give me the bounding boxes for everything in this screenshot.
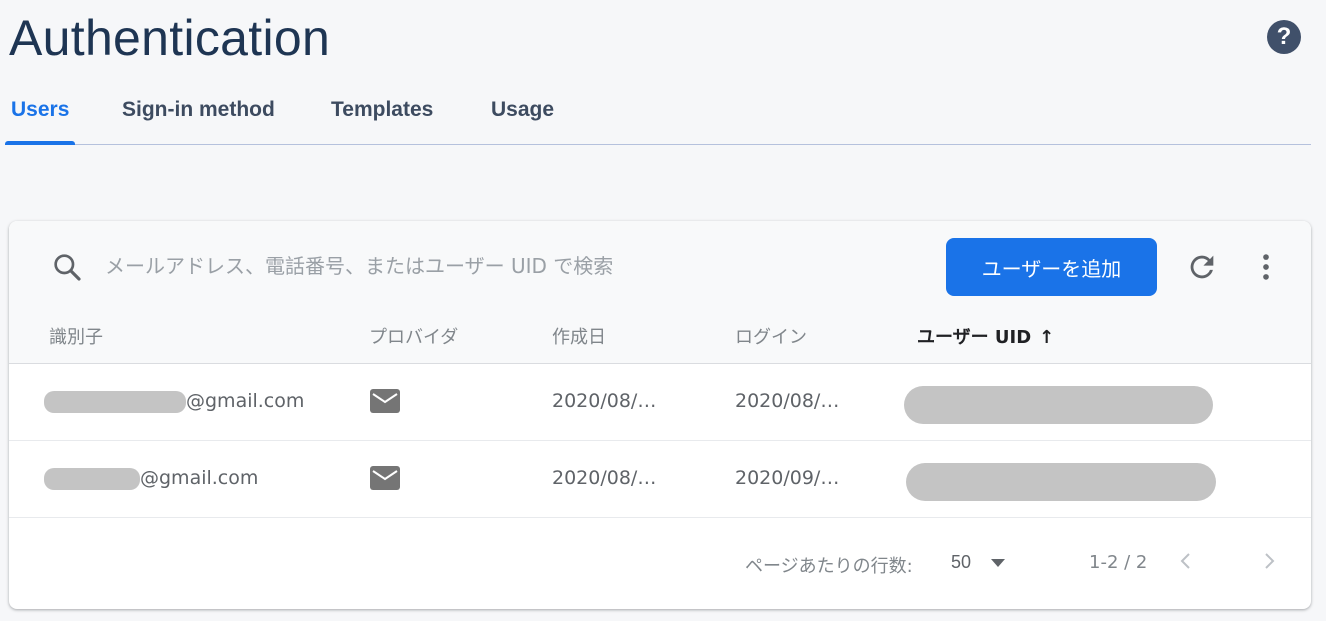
search-input[interactable]	[105, 246, 805, 286]
column-login[interactable]: ログイン	[735, 323, 807, 349]
chevron-right-icon[interactable]	[1257, 549, 1281, 573]
login-cell: 2020/09/…	[735, 467, 840, 489]
chevron-down-icon[interactable]	[991, 559, 1005, 567]
email-suffix: @gmail.com	[186, 390, 305, 412]
mail-icon	[370, 389, 400, 413]
rows-per-page-select[interactable]: 50	[951, 552, 971, 573]
refresh-icon[interactable]	[1185, 250, 1219, 284]
redacted-uid	[904, 386, 1213, 424]
email-suffix: @gmail.com	[140, 467, 259, 489]
created-cell: 2020/08/…	[552, 467, 657, 489]
rows-per-page-label: ページあたりの行数:	[745, 556, 913, 577]
identifier-cell: @gmail.com	[44, 390, 304, 413]
column-uid[interactable]: ユーザー UID ↑	[917, 323, 1054, 349]
pagination-bar: ページあたりの行数: 50 1-2 / 2	[9, 519, 1311, 609]
page-range: 1-2 / 2	[1089, 552, 1148, 573]
help-icon[interactable]: ?	[1267, 20, 1301, 54]
chevron-left-icon[interactable]	[1174, 549, 1198, 573]
page-title: Authentication	[9, 10, 331, 66]
tab-bar: Users Sign-in method Templates Usage	[4, 88, 1311, 145]
login-cell: 2020/08/…	[735, 390, 840, 412]
add-user-button[interactable]: ユーザーを追加	[946, 238, 1157, 296]
column-created[interactable]: 作成日	[552, 323, 606, 349]
created-cell: 2020/08/…	[552, 390, 657, 412]
sort-ascending-icon: ↑	[1039, 327, 1055, 348]
redacted-uid	[906, 463, 1216, 501]
column-provider[interactable]: プロバイダ	[369, 323, 458, 349]
table-row[interactable]: @gmail.com 2020/08/… 2020/08/…	[9, 364, 1311, 441]
column-identifier[interactable]: 識別子	[49, 323, 103, 349]
users-table-header: ユーザーを追加 識別子 プロバイダ 作成日 ログイン ユーザー UID ↑	[9, 221, 1311, 364]
tab-users[interactable]: Users	[4, 98, 76, 145]
more-vert-icon[interactable]	[1249, 250, 1283, 284]
redacted-email	[44, 390, 186, 413]
tab-sign-in-method[interactable]: Sign-in method	[122, 98, 275, 145]
table-row[interactable]: @gmail.com 2020/08/… 2020/09/…	[9, 441, 1311, 518]
tab-templates[interactable]: Templates	[331, 98, 433, 145]
identifier-cell: @gmail.com	[44, 467, 258, 490]
redacted-email	[44, 467, 140, 490]
search-icon	[54, 254, 81, 281]
tab-usage[interactable]: Usage	[491, 98, 554, 145]
column-uid-label: ユーザー UID	[917, 327, 1032, 348]
mail-icon	[370, 466, 400, 490]
users-card: ユーザーを追加 識別子 プロバイダ 作成日 ログイン ユーザー UID ↑ @gm…	[9, 221, 1311, 609]
